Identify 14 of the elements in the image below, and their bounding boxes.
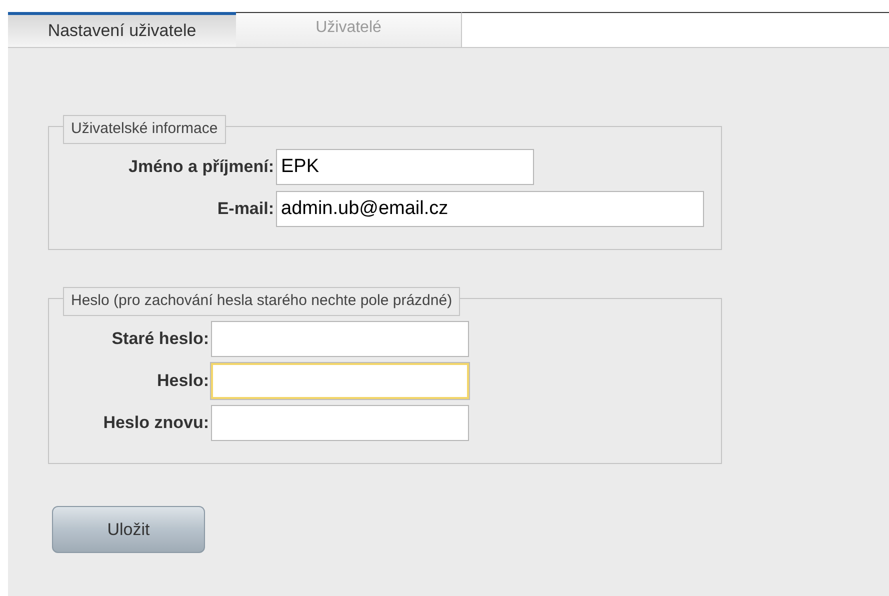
field-label: E-mail:	[216, 198, 275, 220]
input-field[interactable]	[211, 321, 469, 357]
save-button[interactable]: Uložit	[52, 506, 205, 553]
input-field[interactable]	[211, 363, 469, 399]
input-field[interactable]	[211, 405, 469, 441]
group-legend: Heslo (pro zachování hesla starého nechte pole prázdné)	[63, 287, 460, 316]
tab[interactable]: Nastavení uživatele	[8, 12, 236, 47]
field-label: Heslo:	[156, 370, 210, 392]
field-label: Staré heslo:	[110, 328, 210, 350]
field-label: Heslo znovu:	[102, 412, 210, 434]
field-label: Jméno a příjmení:	[128, 156, 275, 178]
input-field[interactable]: EPK	[276, 149, 534, 185]
input-field[interactable]: admin.ub@email.cz	[276, 191, 704, 227]
group-legend: Uživatelské informace	[63, 115, 226, 144]
